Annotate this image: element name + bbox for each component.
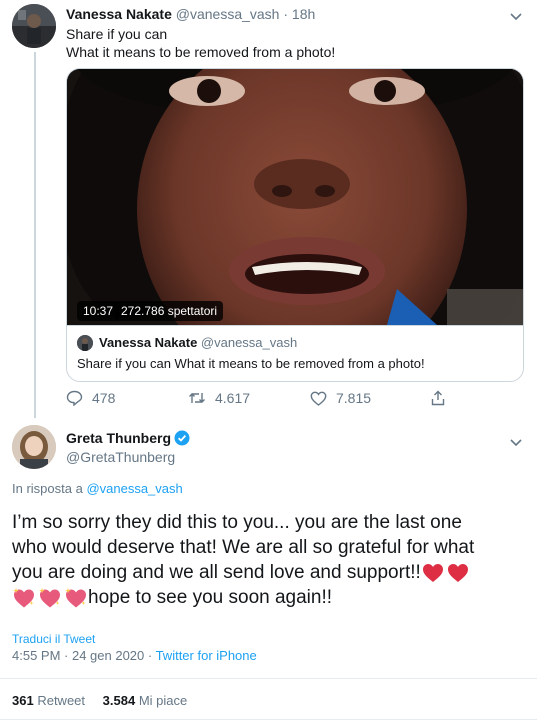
tweet-source[interactable]: Twitter for iPhone bbox=[156, 648, 257, 663]
translate-tweet-link[interactable]: Traduci il Tweet bbox=[12, 632, 95, 646]
sparkling-heart-icon bbox=[65, 587, 86, 607]
parent-handle[interactable]: @vanessa_vash bbox=[176, 6, 280, 22]
parent-avatar[interactable] bbox=[12, 4, 56, 48]
main-more-button[interactable] bbox=[510, 434, 522, 452]
parent-time[interactable]: · 18h bbox=[283, 6, 315, 22]
reply-prefix: In risposta a bbox=[12, 481, 87, 496]
retweet-label: Retweet bbox=[37, 693, 86, 708]
video-duration: 10:37 bbox=[77, 301, 120, 321]
quoted-handle: @vanessa_vash bbox=[200, 335, 298, 350]
quoted-tweet[interactable]: Vanessa Nakate @vanessa_vash Share if yo… bbox=[67, 325, 523, 381]
retweet-stat[interactable]: 361 Retweet bbox=[12, 693, 85, 708]
video-frame-image bbox=[67, 69, 523, 325]
retweet-icon bbox=[189, 393, 205, 403]
thread-connector-line bbox=[34, 52, 36, 418]
media-card[interactable]: 10:37 272.786 spettatori Vanessa Nakate … bbox=[66, 68, 524, 382]
video-viewers: 272.786 spettatori bbox=[115, 301, 224, 321]
video-player[interactable]: 10:37 272.786 spettatori bbox=[67, 69, 523, 325]
like-label: Mi piace bbox=[138, 693, 188, 708]
parent-tweet-text: Share if you can What it means to be rem… bbox=[66, 25, 335, 61]
parent-author-name[interactable]: Vanessa Nakate bbox=[66, 6, 172, 22]
main-handle[interactable]: @GretaThunberg bbox=[66, 449, 175, 465]
chevron-down-icon bbox=[510, 439, 522, 447]
share-icon bbox=[431, 390, 445, 406]
like-total: 3.584 bbox=[102, 693, 136, 708]
main-tweet-text: I’m so sorry they did this to you... you… bbox=[12, 510, 474, 610]
divider bbox=[0, 719, 537, 720]
main-author-name[interactable]: Greta Thunberg bbox=[66, 430, 171, 446]
reply-count: 478 bbox=[92, 390, 116, 406]
sparkling-heart-icon bbox=[39, 587, 60, 607]
tweet-datetime[interactable]: 4:55 PM · 24 gen 2020 · bbox=[12, 648, 156, 663]
parent-text-line1: Share if you can bbox=[66, 26, 168, 42]
retweet-button[interactable]: 4.617 bbox=[188, 390, 250, 406]
like-button[interactable]: 7.815 bbox=[310, 390, 371, 406]
main-avatar[interactable] bbox=[12, 425, 56, 469]
chevron-down-icon bbox=[510, 13, 522, 21]
like-icon bbox=[310, 391, 327, 406]
red-heart-icon bbox=[447, 563, 468, 582]
quoted-avatar bbox=[77, 335, 93, 351]
engagement-stats: 361 Retweet 3.584 Mi piace bbox=[12, 693, 187, 708]
sparkling-heart-icon bbox=[13, 587, 34, 607]
reply-icon bbox=[66, 390, 83, 406]
main-text-line3: you are doing and we all send love and s… bbox=[12, 562, 421, 583]
like-stat[interactable]: 3.584 Mi piace bbox=[103, 693, 188, 708]
main-text-line4: hope to see you soon again!! bbox=[88, 587, 333, 608]
reply-to-link[interactable]: @vanessa_vash bbox=[86, 481, 182, 496]
retweet-count: 4.617 bbox=[215, 390, 251, 406]
parent-text-line2: What it means to be removed from a photo… bbox=[66, 44, 336, 60]
parent-tweet-header: Vanessa Nakate @vanessa_vash · 18h bbox=[66, 6, 315, 22]
red-heart-icon bbox=[422, 563, 443, 582]
reply-button[interactable]: 478 bbox=[66, 390, 115, 406]
tweet-meta: 4:55 PM · 24 gen 2020 · Twitter for iPho… bbox=[12, 648, 257, 663]
share-button[interactable] bbox=[431, 390, 454, 406]
main-text-line1: I’m so sorry they did this to you... you… bbox=[12, 512, 462, 533]
reply-context: In risposta a @vanessa_vash bbox=[12, 481, 183, 496]
verified-badge-icon bbox=[174, 430, 190, 446]
like-count: 7.815 bbox=[336, 390, 372, 406]
retweet-total: 361 bbox=[12, 693, 34, 708]
quoted-author-name: Vanessa Nakate bbox=[99, 335, 198, 350]
parent-more-button[interactable] bbox=[510, 8, 522, 26]
main-text-line2: who would deserve that! We are all so gr… bbox=[12, 537, 475, 558]
divider bbox=[0, 678, 537, 679]
quoted-text: Share if you can What it means to be rem… bbox=[77, 356, 425, 371]
